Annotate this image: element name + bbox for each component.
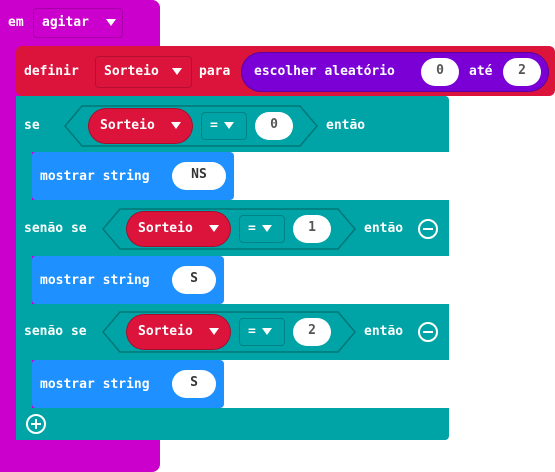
triangle-down-icon: [258, 221, 272, 237]
then-label-1: então: [364, 221, 404, 236]
condition-2-operator-label: =: [248, 324, 256, 339]
triangle-down-icon: [258, 324, 272, 340]
condition-0-value: 0: [270, 117, 278, 132]
if-label: se: [24, 118, 40, 133]
show-string-value-0: NS: [191, 167, 207, 182]
triangle-down-icon: [205, 221, 219, 237]
show-string-value-1: S: [190, 271, 198, 286]
triangle-down-icon: [205, 324, 219, 340]
then-label-2: então: [364, 324, 404, 339]
condition-2-variable[interactable]: Sorteio: [126, 314, 231, 350]
show-string-label-1: mostrar string: [40, 273, 150, 288]
condition-1-variable[interactable]: Sorteio: [126, 211, 231, 247]
minus-circle-icon[interactable]: [418, 219, 438, 239]
condition-2-value: 2: [308, 323, 316, 338]
condition-0-variable[interactable]: Sorteio: [88, 108, 193, 144]
condition-2-variable-label: Sorteio: [138, 324, 193, 339]
show-string-value-2: S: [190, 375, 198, 390]
plus-circle-icon[interactable]: [26, 414, 46, 434]
then-label-0: então: [326, 118, 366, 133]
condition-0-variable-label: Sorteio: [100, 118, 155, 133]
condition-0-operator-label: =: [210, 118, 218, 133]
condition-1-operator[interactable]: =: [239, 215, 285, 243]
show-string-label-0: mostrar string: [40, 169, 150, 184]
condition-1-operator-label: =: [248, 221, 256, 236]
triangle-down-icon: [220, 118, 234, 134]
show-string-input-2[interactable]: S: [172, 370, 216, 398]
else-if-label-2: senão se: [24, 324, 87, 339]
show-string-input-1[interactable]: S: [172, 266, 216, 294]
minus-circle-icon[interactable]: [418, 322, 438, 342]
condition-1-variable-label: Sorteio: [138, 221, 193, 236]
condition-0-operator[interactable]: =: [201, 112, 247, 140]
show-string-input-0[interactable]: NS: [172, 162, 226, 190]
condition-0-value-input[interactable]: 0: [255, 112, 293, 140]
triangle-down-icon: [167, 118, 181, 134]
condition-1-value-input[interactable]: 1: [293, 215, 331, 243]
else-if-label-1: senão se: [24, 221, 87, 236]
condition-2-operator[interactable]: =: [239, 318, 285, 346]
show-string-label-2: mostrar string: [40, 377, 150, 392]
condition-1-value: 1: [308, 220, 316, 235]
condition-2-value-input[interactable]: 2: [293, 318, 331, 346]
